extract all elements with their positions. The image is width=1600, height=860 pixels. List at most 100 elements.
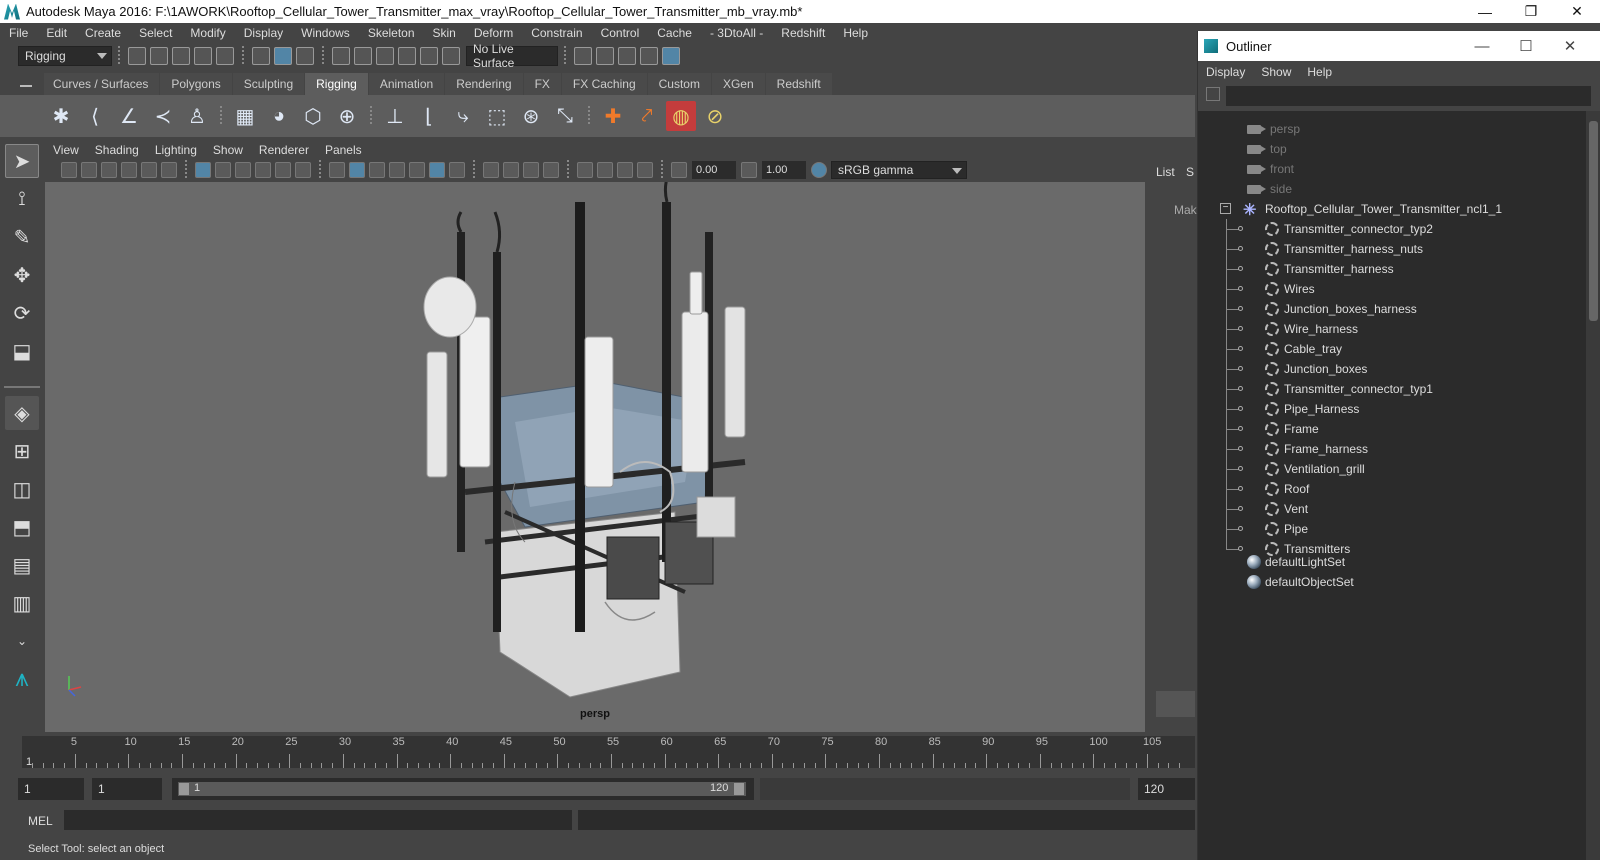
hypershade-icon[interactable] bbox=[662, 47, 680, 65]
open-scene-icon[interactable] bbox=[150, 47, 168, 65]
textured-icon[interactable] bbox=[389, 162, 405, 178]
lasso-tool-icon[interactable]: ⟟ bbox=[5, 182, 39, 216]
script-language-toggle[interactable]: MEL bbox=[28, 814, 53, 828]
maya-home-icon[interactable]: ⩚ bbox=[5, 662, 39, 696]
wireframe-on-shaded-icon[interactable] bbox=[369, 162, 385, 178]
tab-rigging[interactable]: Rigging bbox=[305, 73, 368, 95]
select-tool-icon[interactable]: ➤ bbox=[5, 144, 39, 178]
outliner-close-button[interactable]: ✕ bbox=[1548, 31, 1592, 61]
frame-all-icon[interactable] bbox=[597, 162, 613, 178]
film-gate-icon[interactable] bbox=[215, 162, 231, 178]
image-plane-icon[interactable] bbox=[121, 162, 137, 178]
outliner-camera-item[interactable]: side bbox=[1198, 179, 1586, 199]
create-joints-icon[interactable]: ✱ bbox=[46, 101, 76, 131]
ik-handle-icon[interactable]: ∠ bbox=[114, 101, 144, 131]
outliner-mesh-item[interactable]: Transmitter_harness bbox=[1198, 259, 1586, 279]
outliner-mesh-item[interactable]: Cable_tray bbox=[1198, 339, 1586, 359]
skin-cluster-icon[interactable]: ⊘ bbox=[700, 101, 730, 131]
snap-grid-icon[interactable] bbox=[332, 47, 350, 65]
tab-sculpting[interactable]: Sculpting bbox=[232, 73, 305, 95]
grid-icon[interactable] bbox=[195, 162, 211, 178]
smooth-shade-icon[interactable] bbox=[349, 162, 365, 178]
select-hierarchy-icon[interactable] bbox=[252, 47, 270, 65]
menu-constrain[interactable]: Constrain bbox=[522, 26, 591, 40]
outliner-camera-item[interactable]: front bbox=[1198, 159, 1586, 179]
menu-redshift[interactable]: Redshift bbox=[772, 26, 834, 40]
outliner-scrollbar[interactable] bbox=[1586, 111, 1600, 860]
menu-deform[interactable]: Deform bbox=[465, 26, 522, 40]
collapse-toggle[interactable]: − bbox=[1220, 203, 1231, 214]
range-slider-handle[interactable]: 1 120 bbox=[178, 782, 746, 796]
menu-create[interactable]: Create bbox=[76, 26, 130, 40]
xray-components-icon[interactable] bbox=[523, 162, 539, 178]
outliner-mesh-item[interactable]: Wire_harness bbox=[1198, 319, 1586, 339]
resolution-gate-icon[interactable] bbox=[235, 162, 251, 178]
graph-persp-layout-icon[interactable]: ▥ bbox=[5, 586, 39, 620]
outliner-mesh-item[interactable]: Transmitter_harness_nuts bbox=[1198, 239, 1586, 259]
viewport-menu-show[interactable]: Show bbox=[205, 143, 251, 157]
restore-button[interactable]: ❐ bbox=[1508, 0, 1554, 23]
menu-file[interactable]: File bbox=[0, 26, 37, 40]
outliner-menu-display[interactable]: Display bbox=[1198, 65, 1253, 79]
viewport-menu-shading[interactable]: Shading bbox=[87, 143, 147, 157]
outliner-menu-help[interactable]: Help bbox=[1299, 65, 1340, 79]
menu-windows[interactable]: Windows bbox=[292, 26, 359, 40]
stacked-layout-icon[interactable]: ⬒ bbox=[5, 510, 39, 544]
ambient-occlusion-icon[interactable] bbox=[449, 162, 465, 178]
aim-constraint-icon[interactable]: ✚ bbox=[598, 101, 628, 131]
color-management-icon[interactable] bbox=[811, 162, 827, 178]
parent-constraint-icon[interactable]: ⌊ bbox=[414, 101, 444, 131]
filter-icon[interactable] bbox=[1206, 87, 1220, 101]
single-view-layout-icon[interactable]: ◈ bbox=[5, 396, 39, 430]
outliner-camera-item[interactable]: persp bbox=[1198, 119, 1586, 139]
viewport-menu-renderer[interactable]: Renderer bbox=[251, 143, 317, 157]
layout-menu-icon[interactable]: ⌄ bbox=[5, 624, 39, 658]
paint-weights-icon[interactable]: ◍ bbox=[666, 101, 696, 131]
perspective-viewport[interactable]: persp bbox=[45, 182, 1145, 732]
tangent-constraint-icon[interactable]: ⤤ bbox=[632, 101, 662, 131]
redo-icon[interactable] bbox=[216, 47, 234, 65]
menuset-dropdown[interactable]: Rigging bbox=[18, 46, 112, 66]
rotate-tool-icon[interactable]: ⟳ bbox=[5, 296, 39, 330]
outliner-search-input[interactable] bbox=[1226, 86, 1591, 106]
grease-pencil-icon[interactable] bbox=[161, 162, 177, 178]
ik-spline-icon[interactable]: ≺ bbox=[148, 101, 178, 131]
move-tool-icon[interactable]: ✥ bbox=[5, 258, 39, 292]
snap-view-plane-icon[interactable] bbox=[398, 47, 416, 65]
pole-vector-icon[interactable]: ⤡ bbox=[550, 101, 580, 131]
outliner-mesh-item[interactable]: Junction_boxes_harness bbox=[1198, 299, 1586, 319]
new-scene-icon[interactable] bbox=[128, 47, 146, 65]
save-scene-icon[interactable] bbox=[172, 47, 190, 65]
outliner-mesh-item[interactable]: Frame_harness bbox=[1198, 439, 1586, 459]
insert-joint-icon[interactable]: ⟨ bbox=[80, 101, 110, 131]
bookmark-icon[interactable] bbox=[101, 162, 117, 178]
smooth-bind-icon[interactable]: ◕ bbox=[264, 101, 294, 131]
time-slider[interactable]: 5 10 15 20 25 30 35 40 45 50 55 60 65 70 75 80 85 90 95 100… bbox=[0, 732, 1195, 776]
camera-attributes-icon[interactable] bbox=[81, 162, 97, 178]
menu-cache[interactable]: Cache bbox=[648, 26, 701, 40]
viewport-menu-view[interactable]: View bbox=[45, 143, 87, 157]
gamma-icon[interactable] bbox=[741, 162, 757, 178]
outliner-minimize-button[interactable]: — bbox=[1460, 31, 1504, 61]
outliner-persp-layout-icon[interactable]: ▤ bbox=[5, 548, 39, 582]
outliner-mesh-item[interactable]: Transmitter_connector_typ2 bbox=[1198, 219, 1586, 239]
start-time-field[interactable]: 1 bbox=[18, 778, 84, 800]
end-time-field[interactable]: 120 bbox=[1138, 778, 1195, 800]
outliner-mesh-item[interactable]: Frame bbox=[1198, 419, 1586, 439]
outliner-mesh-item[interactable]: Pipe bbox=[1198, 519, 1586, 539]
gate-mask-icon[interactable] bbox=[255, 162, 271, 178]
lattice-icon[interactable]: ⬡ bbox=[298, 101, 328, 131]
wireframe-icon[interactable] bbox=[329, 162, 345, 178]
frame-selection-icon[interactable] bbox=[617, 162, 633, 178]
locator-icon[interactable]: ⊥ bbox=[380, 101, 410, 131]
fit-view-icon[interactable] bbox=[637, 162, 653, 178]
outliner-mesh-item[interactable]: Wires bbox=[1198, 279, 1586, 299]
menu-edit[interactable]: Edit bbox=[37, 26, 76, 40]
outliner-mesh-item[interactable]: Vent bbox=[1198, 499, 1586, 519]
backface-culling-icon[interactable] bbox=[543, 162, 559, 178]
menu-help[interactable]: Help bbox=[834, 26, 877, 40]
render-view-icon[interactable] bbox=[574, 47, 592, 65]
render-settings-icon[interactable] bbox=[640, 47, 658, 65]
tab-xgen[interactable]: XGen bbox=[711, 73, 765, 95]
camera-select-icon[interactable] bbox=[61, 162, 77, 178]
